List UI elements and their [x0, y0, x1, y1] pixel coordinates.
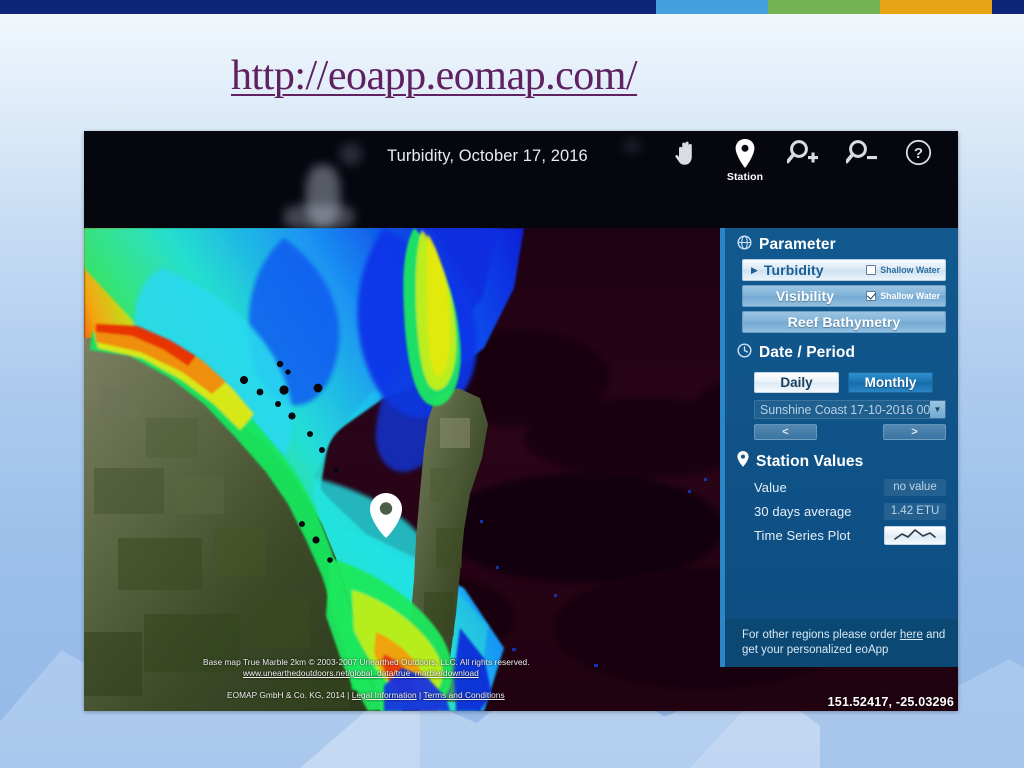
visibility-shallow-water-checkbox[interactable] [866, 291, 877, 301]
panel-footer: For other regions please order here and … [725, 619, 958, 667]
map-station-marker[interactable] [369, 493, 403, 543]
coordinate-readout: 151.52417, -25.03296 [827, 695, 954, 709]
map-viewport[interactable]: Base map True Marble 2km © 2003-2007 Une… [84, 228, 958, 711]
date-period-heading-label: Date / Period [759, 344, 856, 361]
parameter-item-visibility[interactable]: Visibility Shallow Water [742, 285, 946, 307]
parameter-section-heading: Parameter [725, 235, 958, 255]
parameter-turbidity-label: Turbidity [763, 262, 824, 278]
zoom-out-icon[interactable] [840, 139, 884, 170]
parameter-item-turbidity[interactable]: ▶ Turbidity Shallow Water [742, 259, 946, 281]
zoom-in-icon[interactable] [781, 139, 825, 170]
station-values-heading-label: Station Values [756, 452, 864, 470]
basemap-attribution-link[interactable]: www.unearthedoutdoors.net/global_data/tr… [243, 668, 479, 678]
station-value-readout: no value [884, 478, 946, 496]
monthly-button[interactable]: Monthly [848, 372, 933, 393]
time-series-plot-label: Time Series Plot [754, 527, 851, 543]
date-dropdown[interactable]: Sunshine Coast 17-10-2016 00:3 ▼ [754, 400, 946, 419]
pin-icon [737, 451, 749, 472]
turbidity-shallow-water-checkbox[interactable] [866, 265, 877, 275]
station-value-label: Value [754, 479, 787, 495]
station-pin-label: Station [726, 171, 764, 183]
date-dropdown-value: Sunshine Coast 17-10-2016 00:3 [760, 402, 930, 417]
page-title-link[interactable]: http://eoapp.eomap.com/ [231, 52, 638, 100]
time-series-plot-button[interactable] [884, 525, 946, 545]
date-period-section-heading: Date / Period [725, 343, 958, 363]
daily-button[interactable]: Daily [754, 372, 839, 393]
date-period-mode-group: Daily Monthly [754, 372, 946, 393]
expand-arrow-icon: ▶ [751, 264, 758, 275]
footer-text-before: For other regions please order [742, 629, 900, 641]
parameter-reef-bathymetry-label: Reef Bathymetry [787, 314, 901, 330]
legal-information-link[interactable]: Legal Information [352, 690, 417, 700]
header-backdrop-blob-3 [340, 143, 362, 165]
header-backdrop-blob-4 [624, 139, 640, 153]
help-icon[interactable]: ? [896, 139, 940, 169]
previous-date-button[interactable]: < [754, 424, 817, 440]
next-date-button[interactable]: > [883, 424, 946, 440]
order-here-link[interactable]: here [900, 629, 923, 641]
station-value-row: Value no value [754, 478, 946, 496]
station-average-readout: 1.42 ETU [884, 502, 946, 520]
pan-hand-icon[interactable] [665, 139, 709, 170]
time-series-plot-row: Time Series Plot [754, 525, 946, 545]
top-color-ribbon [0, 0, 1024, 14]
parameter-heading-label: Parameter [759, 236, 836, 253]
basemap-attribution-url: www.unearthedoutdoors.net/global_data/tr… [243, 668, 479, 678]
control-panel: Parameter ▶ Turbidity Shallow Water Visi… [720, 228, 958, 667]
ribbon-segment-orange [880, 0, 992, 14]
globe-icon [737, 235, 752, 255]
visibility-shallow-water-label: Shallow Water [880, 291, 940, 301]
eomap-attribution-line: EOMAP GmbH & Co. KG, 2014 | Legal Inform… [227, 690, 505, 700]
turbidity-shallow-water-label: Shallow Water [880, 265, 940, 275]
station-pin-icon[interactable]: Station [723, 139, 767, 183]
clock-icon [737, 343, 752, 363]
turbidity-shallow-water-toggle[interactable]: Shallow Water [866, 265, 940, 275]
ribbon-segment-navy-right [992, 0, 1024, 14]
station-average-row: 30 days average 1.42 ETU [754, 502, 946, 520]
svg-text:?: ? [913, 145, 922, 162]
header-backdrop-blob-2 [284, 205, 354, 228]
app-header: Turbidity, October 17, 2016 Station ? [84, 131, 958, 228]
basemap-attribution-line1: Base map True Marble 2km © 2003-2007 Une… [203, 657, 530, 667]
line-chart-icon [894, 529, 936, 540]
eomap-copyright-text: EOMAP GmbH & Co. KG, 2014 | [227, 690, 352, 700]
ribbon-segment-blue [656, 0, 768, 14]
visibility-shallow-water-toggle[interactable]: Shallow Water [866, 291, 940, 301]
slide-canvas: http://eoapp.eomap.com/ Turbidity, Octob… [0, 0, 1024, 768]
ribbon-segment-green [768, 0, 880, 14]
app-title: Turbidity, October 17, 2016 [387, 147, 588, 165]
eoapp-screenshot: Turbidity, October 17, 2016 Station ? Ba… [84, 131, 958, 711]
chevron-down-icon[interactable]: ▼ [930, 401, 945, 418]
terms-and-conditions-link[interactable]: Terms and Conditions [423, 690, 504, 700]
panel-footer-text: For other regions please order here and … [742, 628, 946, 658]
station-values-section-heading: Station Values [725, 451, 958, 472]
station-average-label: 30 days average [754, 503, 852, 519]
ribbon-segment-navy-left [0, 0, 656, 14]
parameter-item-reef-bathymetry[interactable]: Reef Bathymetry [742, 311, 946, 333]
date-navigation-group: < > [754, 424, 946, 440]
